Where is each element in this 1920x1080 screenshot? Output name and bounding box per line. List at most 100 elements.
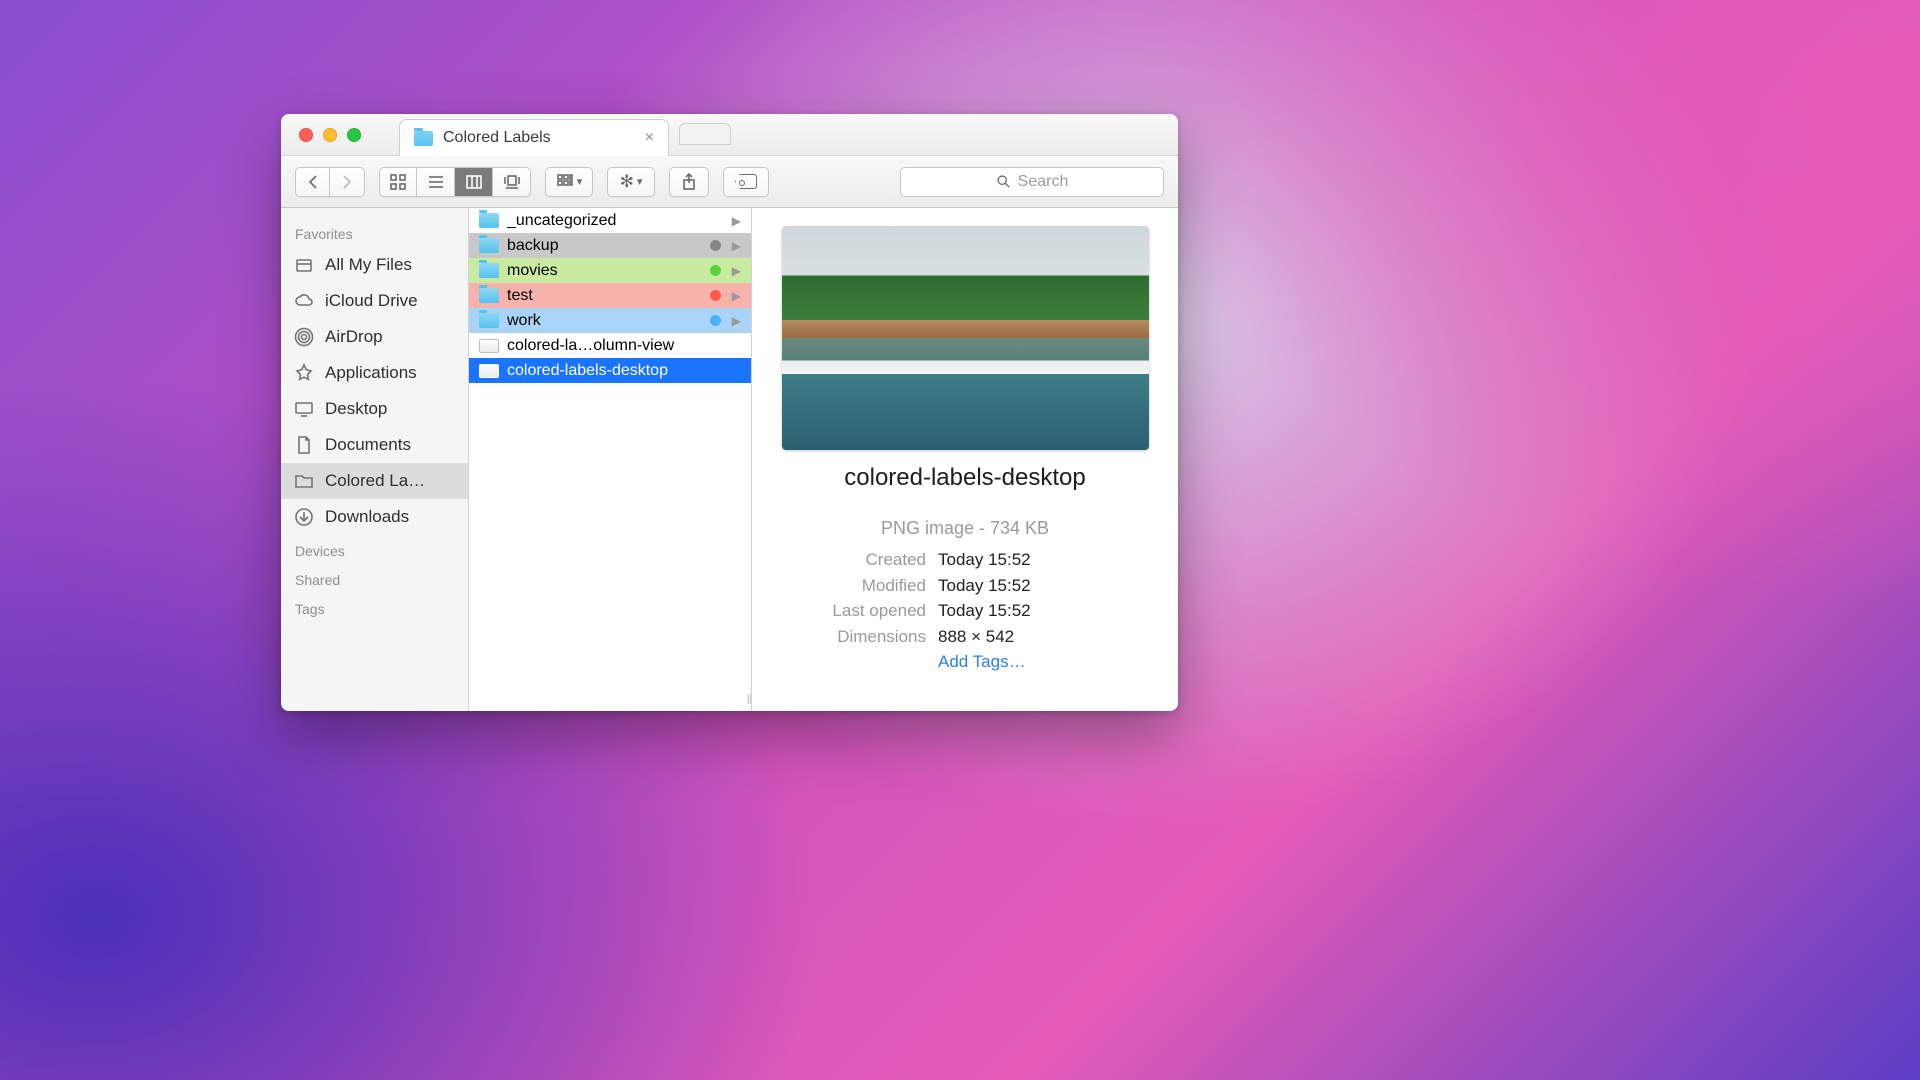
new-tab-button[interactable]: [679, 123, 731, 145]
preview-thumbnail[interactable]: [782, 226, 1149, 450]
share-button[interactable]: [669, 167, 709, 197]
chevron-right-icon: ▶: [732, 289, 741, 303]
close-tab-icon[interactable]: ×: [645, 129, 654, 147]
preview-metadata: PNG image - 734 KB Created Today 15:52 M…: [776, 518, 1154, 675]
fullscreen-window-button[interactable]: [347, 128, 361, 142]
sidebar-item-airdrop[interactable]: AirDrop: [281, 319, 468, 355]
meta-key: [776, 649, 926, 675]
file-icon: [479, 339, 499, 353]
sidebar-item-desktop[interactable]: Desktop: [281, 391, 468, 427]
back-button[interactable]: [295, 167, 330, 197]
meta-value: Today 15:52: [938, 547, 1031, 573]
sidebar-item-label: Applications: [325, 363, 456, 383]
item-label: test: [507, 287, 702, 305]
meta-row-modified: Modified Today 15:52: [776, 573, 1154, 599]
window-controls: [281, 114, 375, 155]
toolbar: ▾ ✻ ▾ Search: [281, 156, 1178, 208]
chevron-right-icon: ▶: [732, 214, 741, 228]
search-placeholder: Search: [1018, 173, 1069, 191]
list-item[interactable]: colored-la…olumn-view: [469, 333, 751, 358]
tag-dot: [710, 240, 721, 251]
file-icon: [479, 364, 499, 378]
meta-value: 888 × 542: [938, 624, 1014, 650]
sidebar-section-tags[interactable]: Tags: [281, 593, 468, 622]
chevron-down-icon: ▾: [577, 175, 583, 188]
column-view-button[interactable]: [455, 167, 493, 197]
meta-key: Created: [776, 547, 926, 573]
sidebar: Favorites All My Files iCloud Drive AirD…: [281, 208, 469, 711]
airdrop-icon: [293, 326, 315, 348]
item-label: work: [507, 312, 702, 330]
meta-value: Today 15:52: [938, 598, 1031, 624]
finder-window: Colored Labels ×: [281, 114, 1178, 711]
list-item[interactable]: test ▶: [469, 283, 751, 308]
icon-view-button[interactable]: [379, 167, 417, 197]
search-icon: [996, 174, 1011, 189]
meta-key: Dimensions: [776, 624, 926, 650]
list-item[interactable]: _uncategorized ▶: [469, 208, 751, 233]
column-resize-handle[interactable]: ‖: [747, 692, 749, 707]
item-label: colored-labels-desktop: [507, 362, 741, 380]
list-item[interactable]: movies ▶: [469, 258, 751, 283]
sidebar-item-label: All My Files: [325, 255, 456, 275]
sidebar-item-label: AirDrop: [325, 327, 456, 347]
search-field[interactable]: Search: [900, 167, 1164, 197]
tab-title: Colored Labels: [443, 129, 551, 147]
action-button[interactable]: ✻ ▾: [607, 167, 655, 197]
item-label: movies: [507, 262, 702, 280]
add-tags-link[interactable]: Add Tags…: [938, 649, 1026, 675]
gear-icon: ✻: [620, 172, 634, 192]
arrange-button[interactable]: ▾: [545, 167, 593, 197]
sidebar-section-shared[interactable]: Shared: [281, 564, 468, 593]
tag-icon: [735, 174, 757, 189]
nav-group: [295, 167, 365, 197]
chevron-right-icon: ▶: [732, 239, 741, 253]
documents-icon: [293, 434, 315, 456]
list-item[interactable]: work ▶: [469, 308, 751, 333]
meta-row-dimensions: Dimensions 888 × 542: [776, 624, 1154, 650]
sidebar-item-icloud-drive[interactable]: iCloud Drive: [281, 283, 468, 319]
meta-row-last-opened: Last opened Today 15:52: [776, 598, 1154, 624]
sidebar-section-devices[interactable]: Devices: [281, 535, 468, 564]
list-item[interactable]: backup ▶: [469, 233, 751, 258]
column-list: _uncategorized ▶ backup ▶ movies ▶ test …: [469, 208, 752, 711]
forward-button[interactable]: [330, 167, 365, 197]
cloud-icon: [293, 290, 315, 312]
preview-pane: colored-labels-desktop PNG image - 734 K…: [752, 208, 1178, 711]
folder-icon: [479, 313, 499, 328]
item-label: colored-la…olumn-view: [507, 337, 741, 355]
sidebar-item-all-my-files[interactable]: All My Files: [281, 247, 468, 283]
preview-kind: PNG image - 734 KB: [776, 518, 1154, 539]
folder-icon: [479, 288, 499, 303]
folder-icon: [479, 213, 499, 228]
sidebar-item-label: Documents: [325, 435, 456, 455]
list-item-selected[interactable]: colored-labels-desktop: [469, 358, 751, 383]
view-mode-group: [379, 167, 531, 197]
folder-icon: [293, 470, 315, 492]
chevron-down-icon: ▾: [637, 175, 643, 188]
sidebar-item-applications[interactable]: Applications: [281, 355, 468, 391]
preview-title: colored-labels-desktop: [844, 464, 1085, 492]
meta-row-created: Created Today 15:52: [776, 547, 1154, 573]
chevron-right-icon: ▶: [732, 314, 741, 328]
sidebar-item-colored-labels[interactable]: Colored La…: [281, 463, 468, 499]
item-label: backup: [507, 237, 702, 255]
sidebar-item-documents[interactable]: Documents: [281, 427, 468, 463]
all-my-files-icon: [293, 254, 315, 276]
item-label: _uncategorized: [507, 212, 724, 230]
minimize-window-button[interactable]: [323, 128, 337, 142]
folder-icon: [479, 238, 499, 253]
sidebar-item-label: Desktop: [325, 399, 456, 419]
edit-tags-button[interactable]: [723, 167, 769, 197]
meta-key: Modified: [776, 573, 926, 599]
sidebar-item-downloads[interactable]: Downloads: [281, 499, 468, 535]
close-window-button[interactable]: [299, 128, 313, 142]
sidebar-item-label: Downloads: [325, 507, 456, 527]
active-tab[interactable]: Colored Labels ×: [399, 119, 669, 156]
list-view-button[interactable]: [417, 167, 455, 197]
coverflow-view-button[interactable]: [493, 167, 531, 197]
sidebar-section-favorites: Favorites: [281, 218, 468, 247]
folder-icon: [479, 263, 499, 278]
folder-icon: [414, 131, 433, 146]
downloads-icon: [293, 506, 315, 528]
